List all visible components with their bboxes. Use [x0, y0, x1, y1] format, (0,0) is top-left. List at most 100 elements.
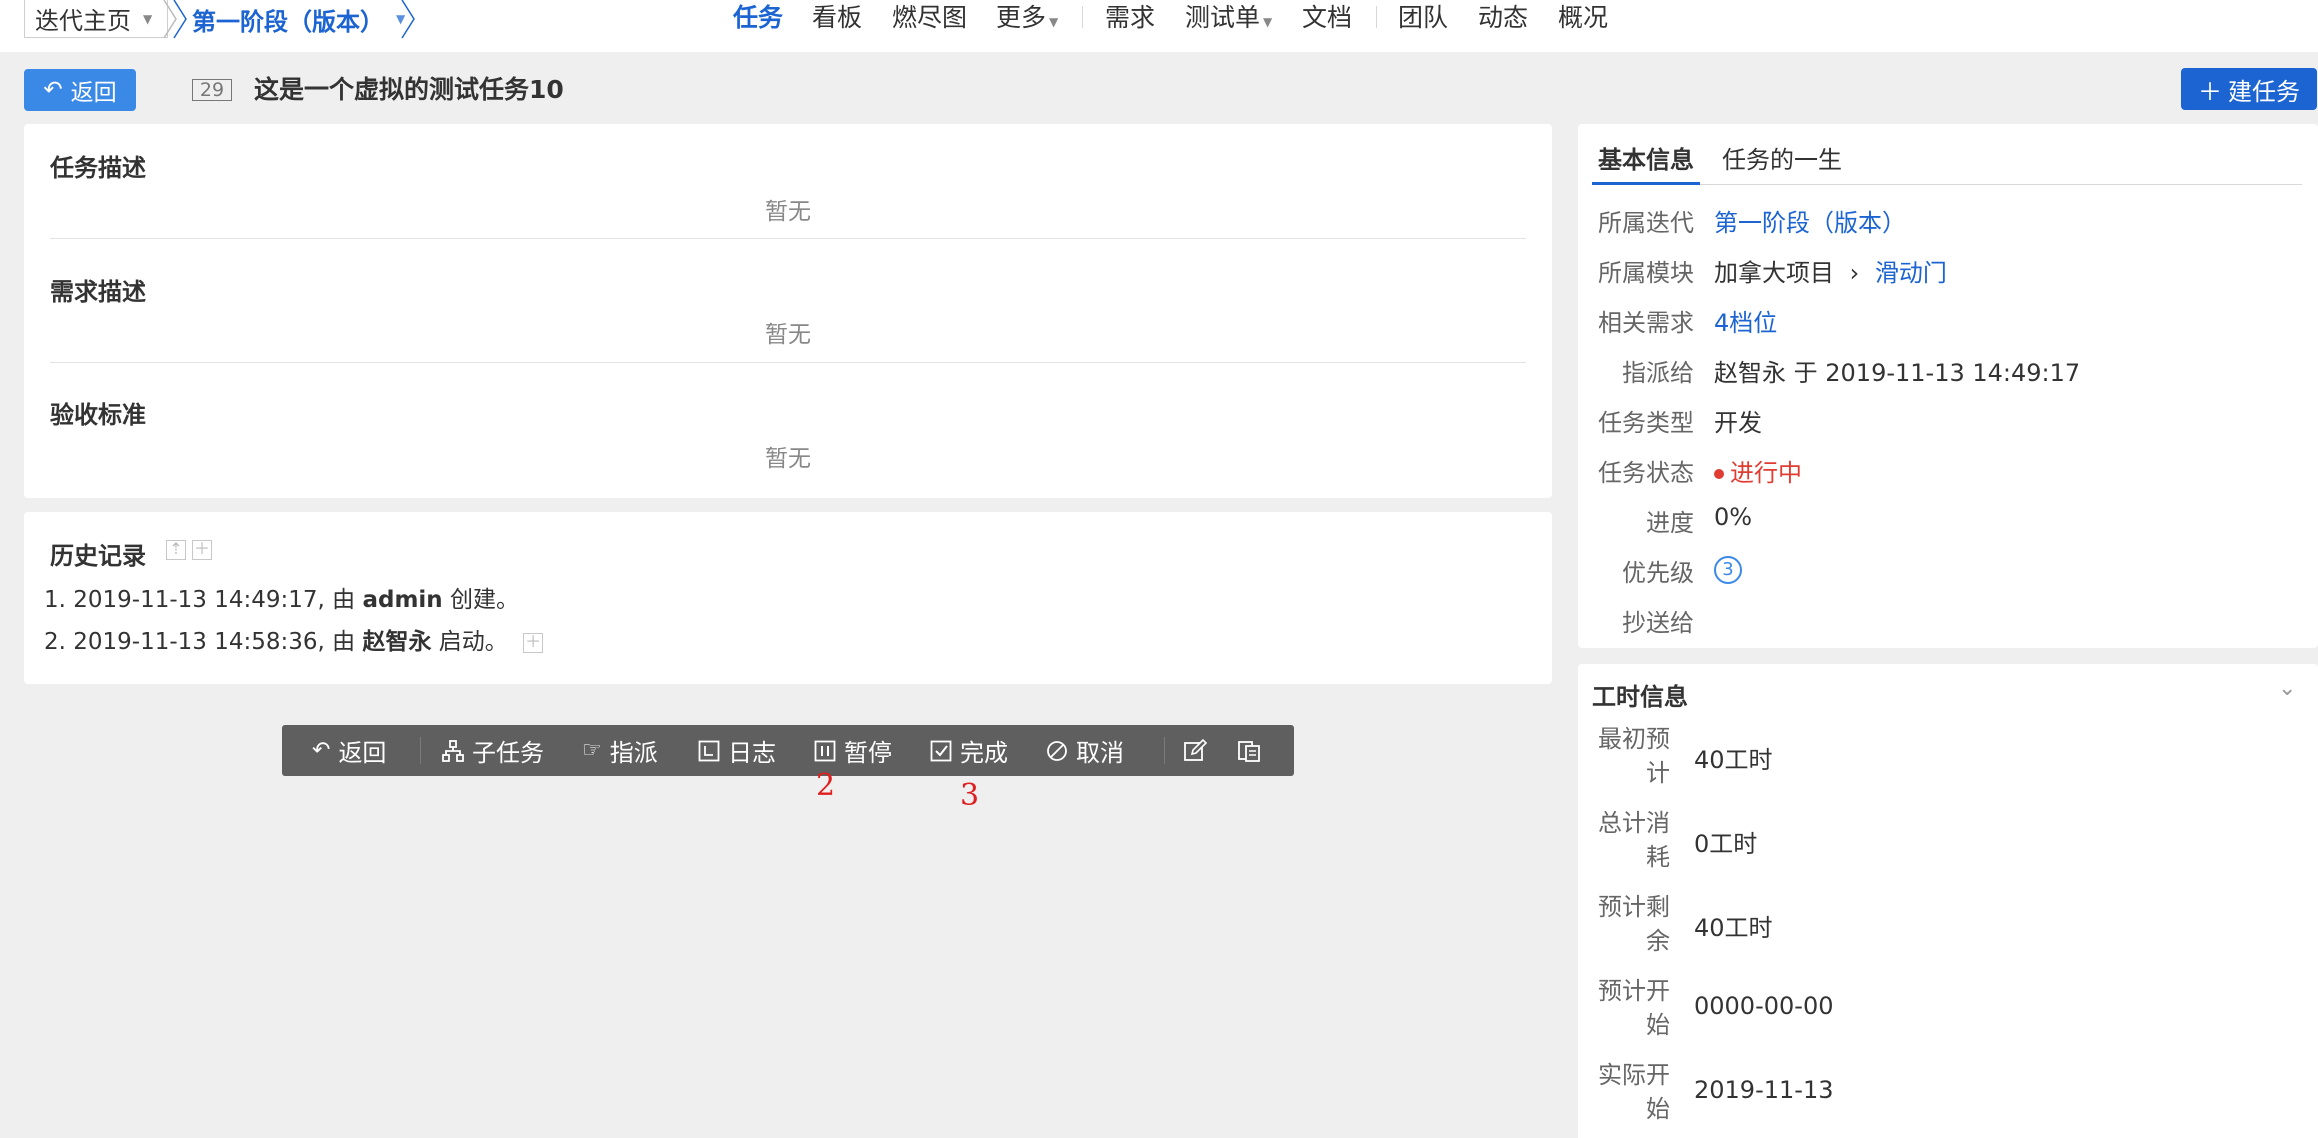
status-dot-icon — [1714, 469, 1724, 479]
history-entry: 2. 2019-11-13 14:58:36, 由 赵智永 启动。 ＋ — [44, 622, 544, 656]
chevron-right-icon: › — [1849, 259, 1860, 287]
info-value-story[interactable]: 4档位 — [1714, 303, 1777, 338]
history-entry-user: 赵智永 — [362, 629, 432, 655]
work-label-consumed: 总计消 耗 — [1590, 806, 1670, 874]
nav-divider — [1376, 6, 1377, 28]
info-value-module: 加拿大项目 › 滑动门 — [1714, 253, 1947, 288]
checkbox-icon — [930, 740, 952, 761]
toolbar-finish-label: 完成 — [960, 739, 1008, 767]
create-task-button[interactable]: ＋ 建任务 — [2181, 68, 2317, 110]
breadcrumb-iteration-home[interactable]: 迭代主页 ▼ — [24, 0, 168, 38]
history-panel: 历史记录 ⇡ ＋ 1. 2019-11-13 14:49:17, 由 admin… — [24, 512, 1552, 684]
active-tab-indicator — [1592, 182, 1700, 185]
toolbar-copy-button[interactable] — [1226, 725, 1272, 776]
nav-divider — [1082, 6, 1083, 28]
nav-tab-testtask[interactable]: 测试单 ▼ — [1185, 0, 1272, 36]
work-label-line: 总计消 — [1598, 809, 1670, 837]
clock-log-icon — [698, 740, 720, 761]
module-parent: 加拿大项目 — [1714, 259, 1834, 287]
info-label-iteration: 所属迭代 — [1598, 209, 1694, 237]
toolbar-log-button[interactable]: 日志 — [698, 725, 776, 776]
expand-entry-icon[interactable]: ＋ — [523, 632, 544, 653]
toolbar-subtask-label: 子任务 — [472, 739, 544, 767]
toolbar-assign-label: 指派 — [609, 739, 658, 767]
tab-basic-info[interactable]: 基本信息 — [1598, 140, 1694, 175]
toolbar-finish-button[interactable]: 完成 — [930, 725, 1008, 776]
top-nav-bar: 迭代主页 ▼ 第一阶段（版本） ▼ 任务 看板 燃尽图 更多 ▼ 需求 测试单 ▼ … — [0, 0, 2318, 52]
toolbar-edit-button[interactable] — [1172, 725, 1218, 776]
annotation-marker-3: 3 — [960, 778, 980, 813]
nav-tab-more[interactable]: 更多 ▼ — [996, 0, 1058, 36]
section-empty-text: 暂无 — [765, 446, 811, 472]
priority-badge: 3 — [1714, 556, 1742, 584]
status-badge: 进行中 — [1714, 453, 1802, 488]
work-label-line: 最初预 — [1598, 725, 1670, 753]
pause-icon — [814, 740, 836, 761]
nav-testtask-label: 测试单 — [1185, 3, 1261, 32]
back-button[interactable]: ↶ 返回 — [24, 69, 136, 111]
undo-arrow-icon: ↶ — [43, 77, 63, 103]
nav-tab-doc[interactable]: 文档 — [1302, 0, 1352, 36]
info-value-progress: 0% — [1714, 503, 1753, 531]
work-value-consumed: 0工时 — [1694, 830, 1758, 858]
work-label-line: 余 — [1646, 927, 1670, 955]
create-task-label: 建任务 — [2228, 77, 2300, 106]
divider — [50, 238, 1526, 239]
toolbar-divider — [420, 737, 421, 764]
work-value-left: 40工时 — [1694, 914, 1773, 942]
nav-more-label: 更多 — [996, 3, 1047, 32]
reverse-order-icon[interactable]: ⇡ — [166, 540, 186, 560]
breadcrumb-separator-icon — [163, 0, 187, 39]
work-label-line: 实际开 — [1598, 1061, 1670, 1089]
info-label-story: 相关需求 — [1598, 309, 1694, 337]
divider — [50, 362, 1526, 363]
tab-task-lifetime[interactable]: 任务的一生 — [1722, 140, 1842, 175]
nav-tab-burndown[interactable]: 燃尽图 — [892, 0, 967, 36]
info-label-priority: 优先级 — [1622, 559, 1694, 587]
toolbar-back-button[interactable]: ↶ 返回 — [312, 725, 386, 776]
nav-tab-overview[interactable]: 概况 — [1558, 0, 1608, 36]
history-entry-action: 启动。 — [431, 629, 508, 655]
info-label-status: 任务状态 — [1598, 459, 1694, 487]
action-toolbar: ↶ 返回 子任务 ☞ 指派 日志 暂停 完成 取消 — [282, 725, 1294, 776]
toolbar-back-label: 返回 — [338, 739, 387, 767]
page-title: 这是一个虚拟的测试任务10 — [254, 75, 564, 104]
breadcrumb-label: 第一阶段（版本） — [192, 7, 384, 36]
chevron-down-icon: ▼ — [143, 11, 153, 26]
info-value-assigned: 赵智永 于 2019-11-13 14:49:17 — [1714, 359, 2081, 387]
toolbar-subtask-button[interactable]: 子任务 — [442, 725, 544, 776]
work-label-line: 预计开 — [1598, 977, 1670, 1005]
nav-tab-kanban[interactable]: 看板 — [812, 0, 862, 36]
work-label-line: 始 — [1646, 1011, 1670, 1039]
info-label-progress: 进度 — [1646, 509, 1694, 537]
info-label-module: 所属模块 — [1598, 259, 1694, 287]
nav-tab-dynamic[interactable]: 动态 — [1478, 0, 1528, 36]
nav-tab-task[interactable]: 任务 — [733, 0, 783, 36]
chevron-down-icon: ▼ — [1263, 15, 1273, 29]
copy-icon — [1238, 740, 1260, 762]
module-child-link[interactable]: 滑动门 — [1875, 259, 1947, 287]
toolbar-cancel-button[interactable]: 取消 — [1046, 725, 1124, 776]
section-empty-text: 暂无 — [765, 322, 811, 348]
nav-tab-story[interactable]: 需求 — [1105, 0, 1155, 36]
history-entry-time: 1. 2019-11-13 14:49:17, 由 — [44, 587, 363, 613]
edit-icon — [1184, 738, 1207, 761]
expand-all-icon[interactable]: ＋ — [192, 540, 212, 560]
toolbar-assign-button[interactable]: ☞ 指派 — [582, 725, 658, 776]
nav-tab-team[interactable]: 团队 — [1398, 0, 1448, 36]
work-value-est-start: 0000-00-00 — [1694, 992, 1834, 1020]
breadcrumb-label: 迭代主页 — [35, 7, 131, 35]
toolbar-cancel-label: 取消 — [1076, 739, 1124, 767]
history-entry: 1. 2019-11-13 14:49:17, 由 admin 创建。 — [44, 580, 519, 614]
chevron-down-icon: ▼ — [1049, 15, 1059, 29]
section-empty-text: 暂无 — [765, 199, 811, 225]
info-value-iteration[interactable]: 第一阶段（版本） — [1714, 203, 1906, 238]
ban-icon — [1047, 740, 1067, 761]
info-label-assigned: 指派给 — [1622, 359, 1694, 387]
history-entry-action: 创建。 — [442, 587, 519, 613]
breadcrumb-iteration[interactable]: 第一阶段（版本） ▼ — [192, 0, 406, 38]
description-panel: 任务描述 暂无 需求描述 暂无 验收标准 暂无 — [24, 124, 1552, 498]
work-label-real-start: 实际开 始 — [1590, 1058, 1670, 1126]
chevron-down-icon[interactable]: ⌄ — [2278, 676, 2296, 701]
history-title: 历史记录 — [50, 542, 146, 570]
